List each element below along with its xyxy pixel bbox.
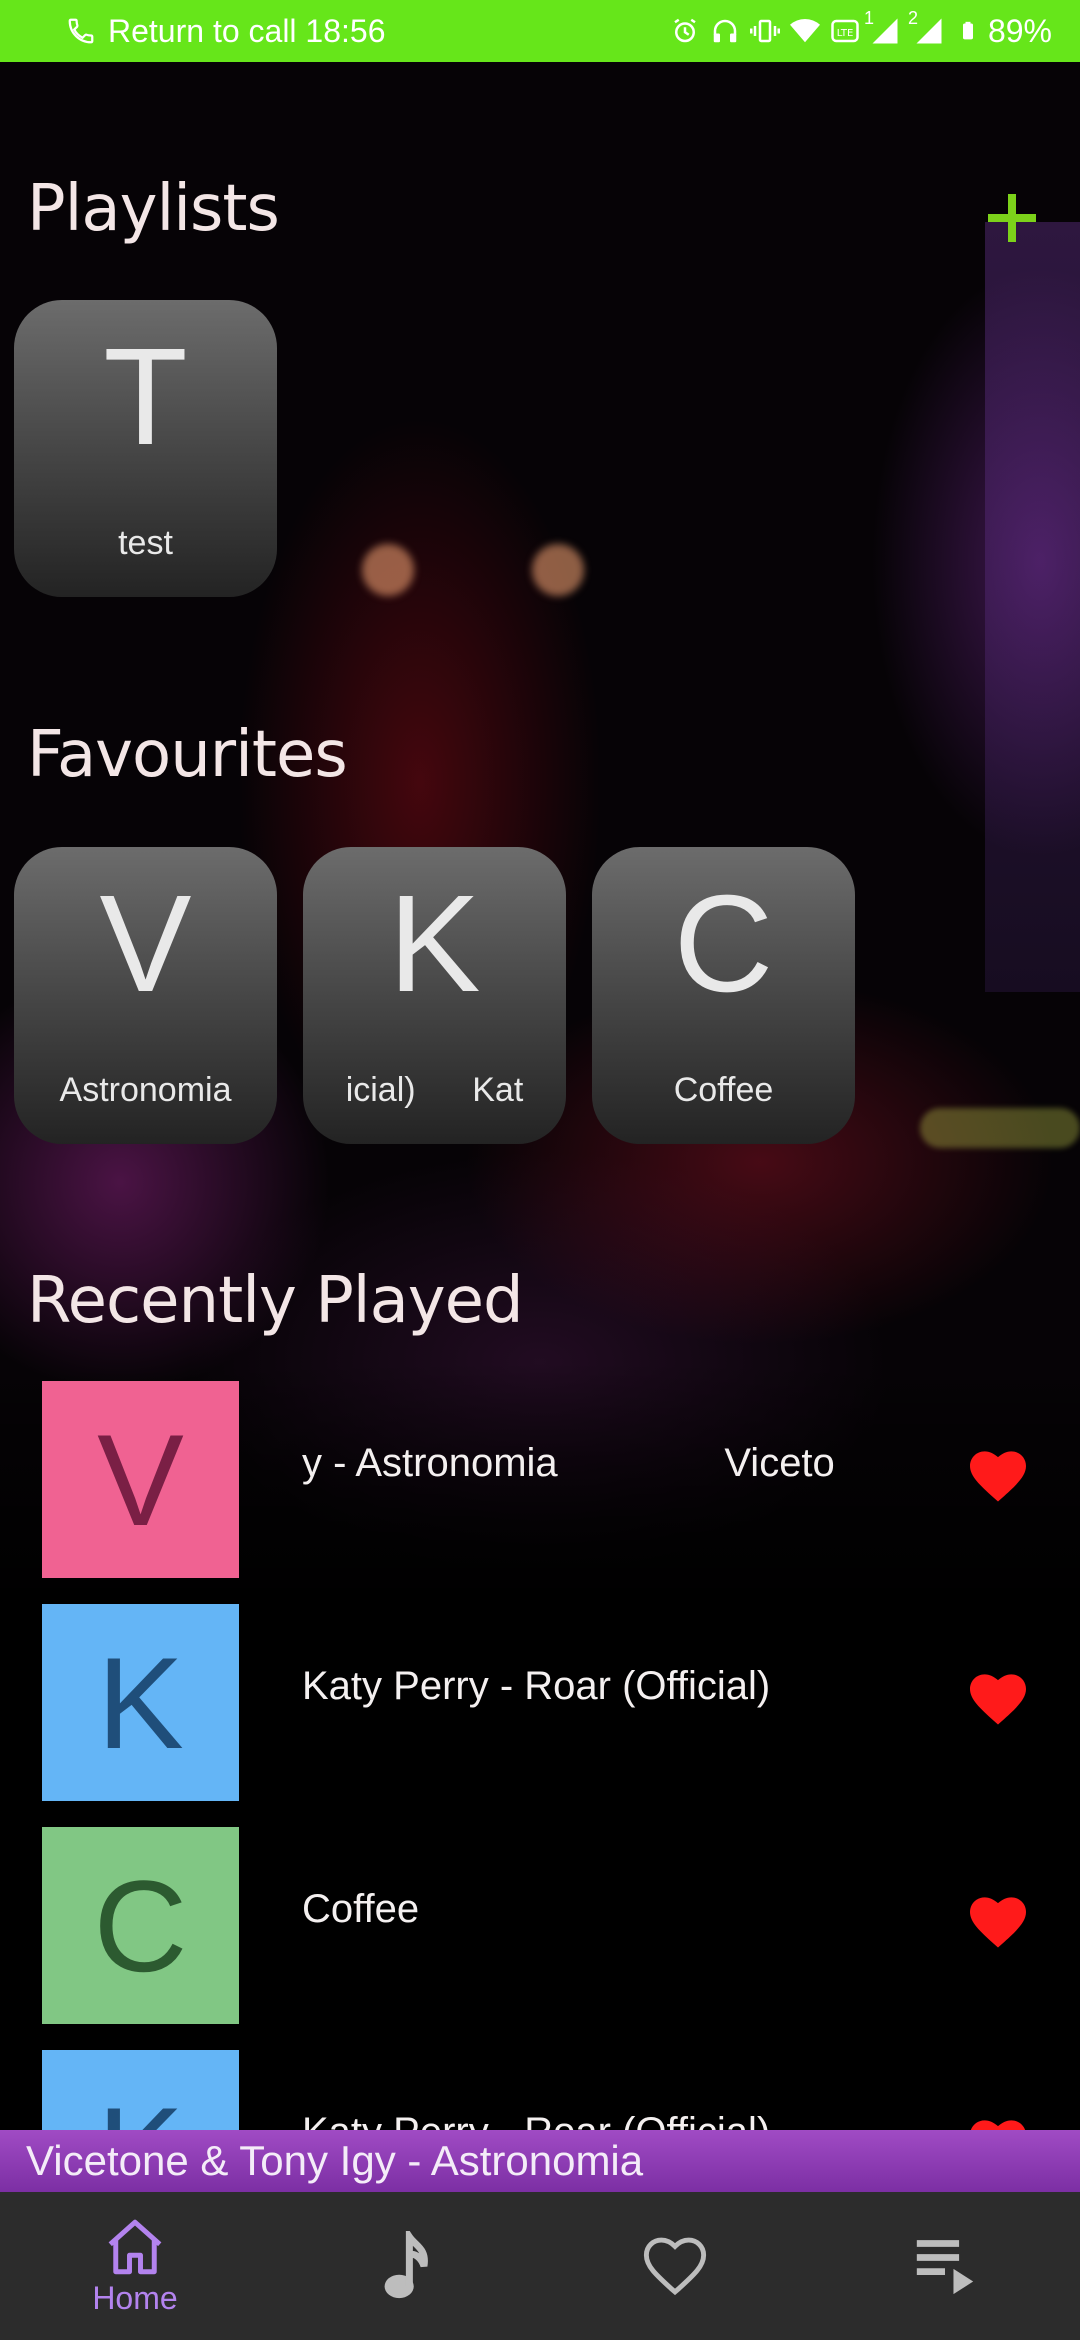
track-title: Coffee xyxy=(302,1887,420,1931)
list-item[interactable]: K Katy Perry - Roar (Official) xyxy=(0,2050,1080,2130)
plus-icon[interactable] xyxy=(982,188,1042,248)
track-art: K xyxy=(42,2050,239,2130)
svg-text:LTE: LTE xyxy=(837,28,854,39)
now-playing-bar[interactable]: Vicetone & Tony Igy - Astronomia xyxy=(0,2130,1080,2192)
favourite-card[interactable]: V Astronomia xyxy=(14,847,277,1144)
music-note-icon xyxy=(384,2231,428,2299)
favourite-name: Coffee xyxy=(673,1071,774,1109)
heart-icon[interactable] xyxy=(970,1451,1026,1503)
playlist-card[interactable]: T test xyxy=(14,300,277,597)
volte-icon: LTE xyxy=(831,19,859,43)
favourite-letter: V xyxy=(99,867,192,1021)
track-title: y - Astronomia Viceto xyxy=(302,1441,835,1485)
track-art: K xyxy=(42,1604,239,1801)
signal-icon xyxy=(916,18,942,44)
track-art: C xyxy=(42,1827,239,2024)
playlist-name: test xyxy=(118,524,173,562)
phone-icon xyxy=(68,18,94,44)
list-item[interactable]: C Coffee xyxy=(0,1827,1080,2027)
favourite-card[interactable]: K icial) Kat xyxy=(303,847,566,1144)
nav-home[interactable]: Home xyxy=(0,2192,270,2340)
sim-2-badge: 2 xyxy=(907,8,918,28)
favourite-letter: K xyxy=(388,867,481,1021)
nav-favourites[interactable] xyxy=(540,2192,810,2340)
list-item[interactable]: K Katy Perry - Roar (Official) xyxy=(0,1604,1080,1804)
wifi-icon xyxy=(789,19,820,43)
vibrate-icon xyxy=(749,19,780,43)
alarm-icon xyxy=(674,18,696,43)
nav-music[interactable] xyxy=(270,2192,540,2340)
list-item[interactable]: V y - Astronomia Viceto xyxy=(0,1381,1080,1581)
favourite-letter: C xyxy=(673,867,774,1021)
favourites-heading: Favourites xyxy=(27,718,348,792)
headphones-icon xyxy=(713,19,737,43)
home-icon xyxy=(108,2219,162,2274)
bottom-navigation: Home xyxy=(0,2192,1080,2340)
heart-outline-icon xyxy=(643,2237,707,2296)
heart-icon[interactable] xyxy=(970,1674,1026,1726)
recently-played-heading: Recently Played xyxy=(27,1264,524,1338)
nav-home-label: Home xyxy=(92,2279,178,2316)
battery-icon xyxy=(962,21,973,40)
sim-1-badge: 1 xyxy=(863,8,874,28)
track-title: Katy Perry - Roar (Official) xyxy=(302,2110,770,2130)
track-art: V xyxy=(42,1381,239,1578)
status-bar: Return to call 18:56 LTE 1 2 89% xyxy=(0,0,1080,62)
signal-icon xyxy=(872,18,898,44)
battery-percent: 89% xyxy=(987,12,1052,49)
track-title: Katy Perry - Roar (Official) xyxy=(302,1664,771,1708)
heart-icon[interactable] xyxy=(970,1897,1026,1949)
favourite-card[interactable]: C Coffee xyxy=(592,847,855,1144)
queue-icon xyxy=(916,2240,974,2295)
return-to-call-text[interactable]: Return to call 18:56 xyxy=(108,13,386,50)
favourite-name: icial) Kat xyxy=(345,1071,524,1109)
heart-icon[interactable] xyxy=(970,2120,1026,2130)
playlist-letter: T xyxy=(103,320,188,474)
playlists-heading: Playlists xyxy=(27,172,280,246)
favourite-name: Astronomia xyxy=(59,1071,232,1109)
nav-queue[interactable] xyxy=(810,2192,1080,2340)
